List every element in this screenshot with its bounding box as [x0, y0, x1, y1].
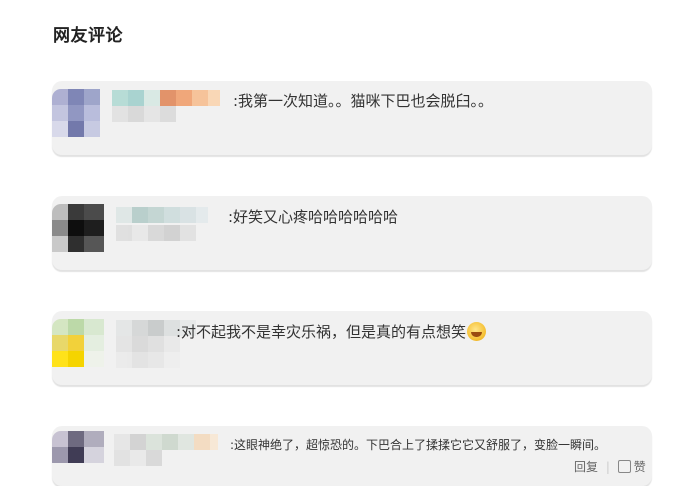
laugh-cry-emoji-icon: [467, 322, 487, 341]
comment-text: :我第一次知道。。猫咪下巴也会脱臼。。: [233, 92, 494, 110]
username-blurred[interactable]: [116, 207, 208, 223]
thumb-up-icon[interactable]: [617, 460, 631, 473]
comment-text-content: :对不起我不是幸灾乐祸，但是真的有点想笑: [176, 323, 467, 341]
comment-card: :好笑又心疼哈哈哈哈哈哈: [52, 196, 652, 270]
username-blurred[interactable]: [114, 434, 218, 450]
username-blurred: [112, 106, 176, 122]
comment-text: :这眼神绝了，超惊恐的。下巴合上了揉揉它它又舒服了，变脸一瞬间。: [230, 438, 607, 452]
divider: |: [605, 460, 610, 474]
comment-text: :对不起我不是幸灾乐祸，但是真的有点想笑: [176, 322, 487, 341]
avatar: [52, 431, 104, 471]
username-blurred: [116, 352, 180, 368]
username-blurred[interactable]: [112, 90, 220, 106]
comment-card: :这眼神绝了，超惊恐的。下巴合上了揉揉它它又舒服了，变脸一瞬间。: [52, 426, 652, 486]
comment-actions: 回复 | 赞: [574, 458, 646, 475]
avatar: [52, 89, 100, 145]
username-blurred: [114, 450, 162, 466]
avatar: [52, 204, 104, 268]
comment-text: :好笑又心疼哈哈哈哈哈哈: [228, 208, 399, 226]
like-button[interactable]: 赞: [634, 460, 646, 474]
reply-button[interactable]: 回复: [574, 460, 598, 474]
section-title: 网友评论: [53, 26, 123, 46]
username-blurred: [116, 336, 180, 352]
username-blurred: [116, 225, 196, 241]
comment-card: :对不起我不是幸灾乐祸，但是真的有点想笑: [52, 311, 652, 385]
avatar: [52, 319, 104, 375]
comment-card: :我第一次知道。。猫咪下巴也会脱臼。。: [52, 81, 652, 155]
